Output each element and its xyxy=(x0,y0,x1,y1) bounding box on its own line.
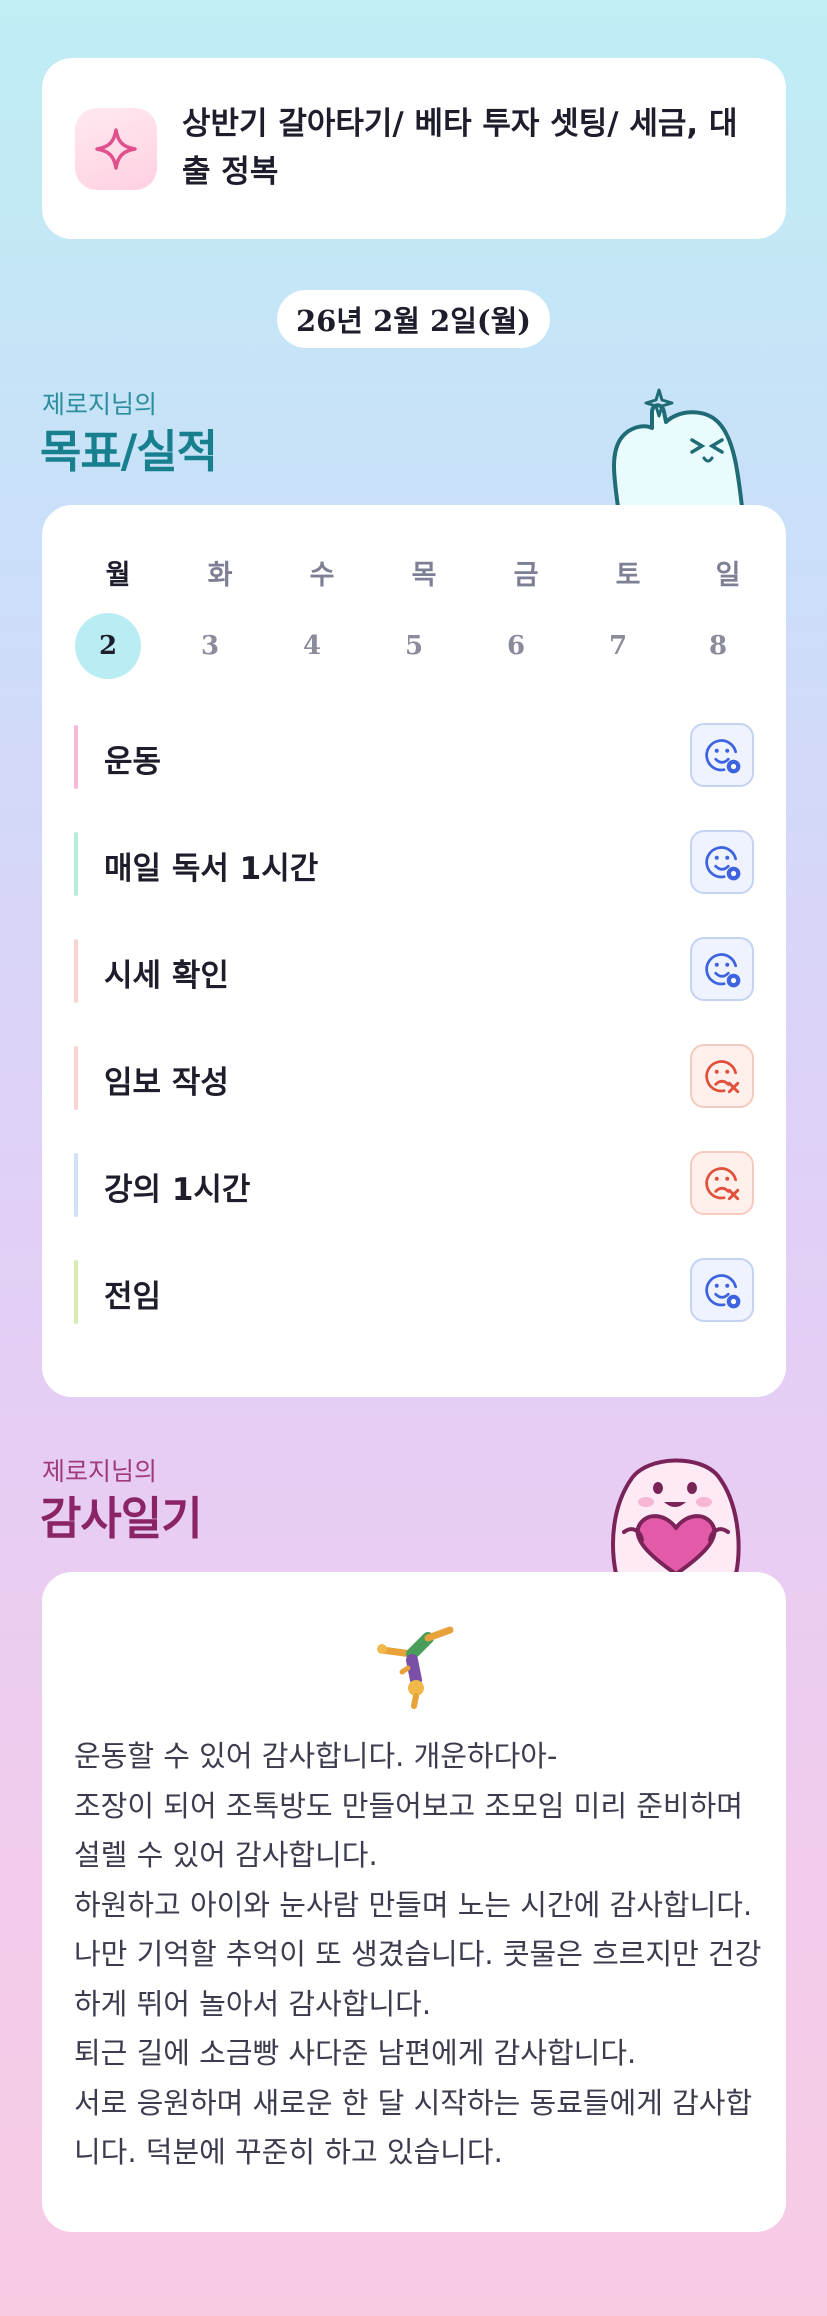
goal-color-bar xyxy=(74,832,78,896)
weekday-thu: 목 xyxy=(411,560,437,591)
header-title: 상반기 갈아타기/ 베타 투자 셋팅/ 세금, 대출 정복 xyxy=(182,106,738,190)
goal-row[interactable]: 운동 xyxy=(74,721,754,791)
weekday-mon: 월 xyxy=(105,560,131,591)
weekday-sat: 토 xyxy=(615,560,641,591)
goal-color-bar xyxy=(74,1046,78,1110)
ghost-mascot-icon xyxy=(612,388,744,507)
date-cell[interactable]: 3 xyxy=(177,613,243,679)
date-cell[interactable]: 7 xyxy=(585,613,651,679)
goal-row[interactable]: 시세 확인 xyxy=(74,935,754,1005)
weekday-wed: 수 xyxy=(309,560,335,591)
goal-label: 시세 확인 xyxy=(104,958,229,994)
goals-title: 목표/실적 xyxy=(40,425,218,478)
sad-face-icon[interactable] xyxy=(690,1151,754,1215)
goal-row[interactable]: 임보 작성 xyxy=(74,1042,754,1112)
date-cell[interactable]: 6 xyxy=(483,613,549,679)
goal-color-bar xyxy=(74,939,78,1003)
date-cell[interactable]: 4 xyxy=(279,613,345,679)
weekday-tue: 화 xyxy=(207,560,233,591)
smile-face-icon[interactable] xyxy=(690,723,754,787)
goal-color-bar xyxy=(74,1260,78,1324)
gratitude-line: 서로 응원하며 새로운 한 달 시작하는 동료들에게 감사합니다. 덕분에 꾸준… xyxy=(74,2085,753,2170)
gratitude-line: 조장이 되어 조톡방도 만들어보고 조모임 미리 준비하며 설렐 수 있어 감사… xyxy=(74,1788,743,1873)
date-cell[interactable]: 8 xyxy=(685,613,751,679)
goal-label: 임보 작성 xyxy=(104,1065,229,1101)
goal-row[interactable]: 전임 xyxy=(74,1256,754,1326)
gratitude-journal-card: 운동할 수 있어 감사합니다. 개운하다아- 조장이 되어 조톡방도 만들어보고… xyxy=(42,1572,786,2232)
goal-label: 운동 xyxy=(104,744,162,780)
smile-face-icon[interactable] xyxy=(690,937,754,1001)
date-cell[interactable]: 5 xyxy=(381,613,447,679)
smile-face-icon[interactable] xyxy=(690,1258,754,1322)
sad-face-icon[interactable] xyxy=(690,1044,754,1108)
date-cell-selected[interactable]: 2 xyxy=(75,613,141,679)
goal-row[interactable]: 강의 1시간 xyxy=(74,1149,754,1219)
gratitude-line: 운동할 수 있어 감사합니다. 개운하다아- xyxy=(74,1739,558,1773)
gratitude-line: 하원하고 아이와 눈사람 만들며 노는 시간에 감사합니다. 나만 기억할 추억… xyxy=(74,1887,762,2021)
goals-card: 월 화 수 목 금 토 일 2 3 4 5 6 7 8 운동 매일 독서 1시간… xyxy=(42,505,786,1397)
smile-face-icon[interactable] xyxy=(690,830,754,894)
goal-row[interactable]: 매일 독서 1시간 xyxy=(74,828,754,898)
date-pill[interactable]: 26년 2월 2일(월) xyxy=(277,290,550,348)
cartwheel-person-icon xyxy=(377,1626,454,1709)
goal-header-card[interactable]: 상반기 갈아타기/ 베타 투자 셋팅/ 세금, 대출 정복 xyxy=(42,58,786,239)
heart-ghost-mascot-icon xyxy=(611,1458,741,1574)
weekday-sun: 일 xyxy=(715,560,741,591)
goal-label: 매일 독서 1시간 xyxy=(104,851,319,887)
gratitude-line: 퇴근 길에 소금빵 사다준 남편에게 감사합니다. xyxy=(74,2036,637,2070)
weekday-fri: 금 xyxy=(513,560,539,591)
goal-label: 전임 xyxy=(104,1279,162,1315)
gratitude-text: 운동할 수 있어 감사합니다. 개운하다아- 조장이 되어 조톡방도 만들어보고… xyxy=(74,1732,764,2178)
goal-color-bar xyxy=(74,1153,78,1217)
thanks-title: 감사일기 xyxy=(40,1492,203,1545)
goal-color-bar xyxy=(74,725,78,789)
sparkle-icon xyxy=(75,108,157,190)
goal-label: 강의 1시간 xyxy=(104,1172,251,1208)
